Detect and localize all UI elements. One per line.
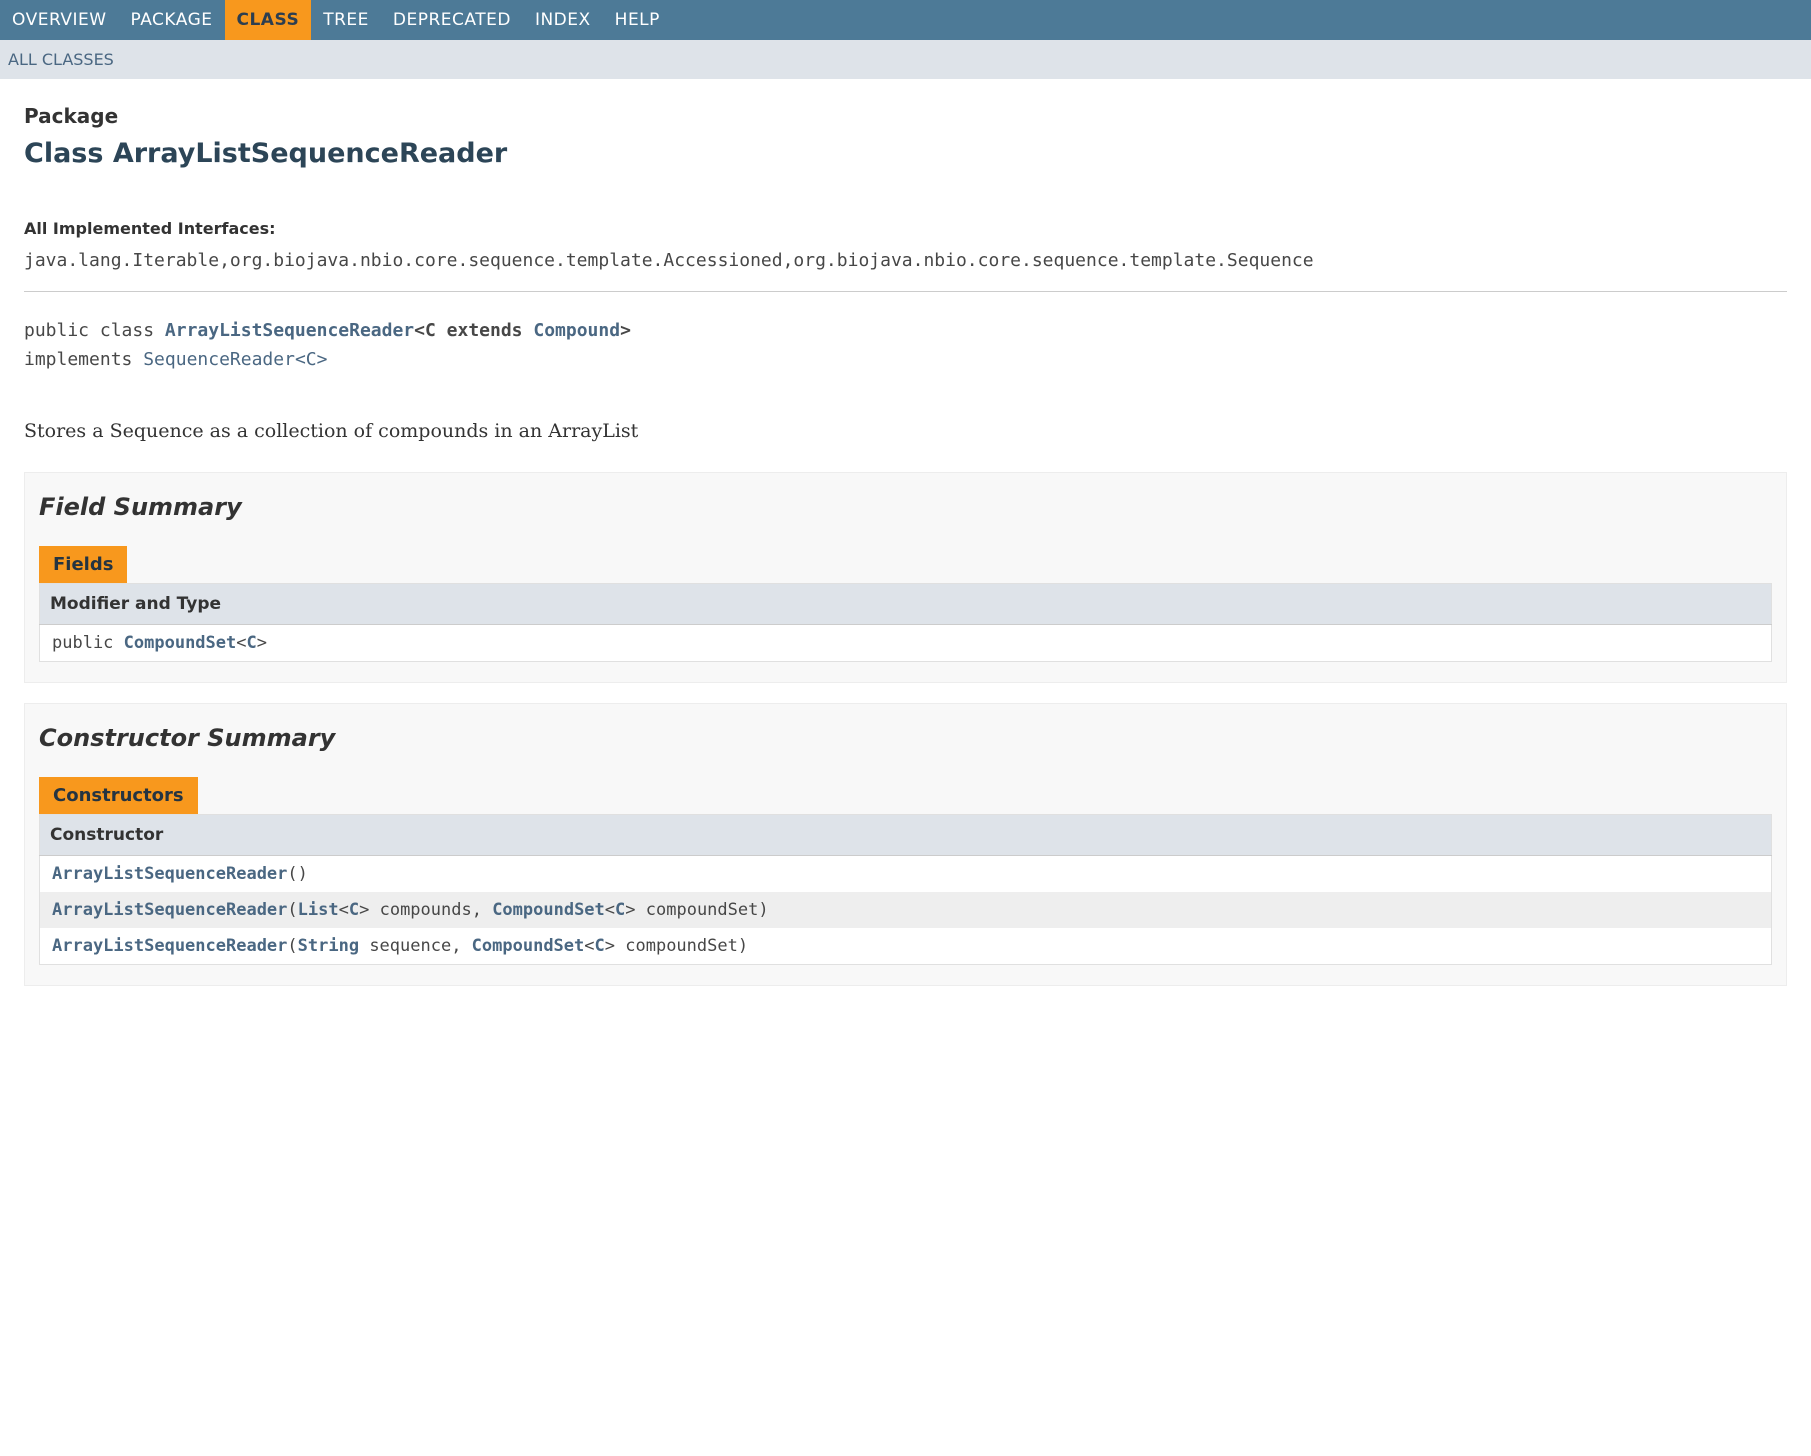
constructor-cell: ArrayListSequenceReader() bbox=[40, 855, 1772, 892]
nav-list: OVERVIEW PACKAGE CLASS TREE DEPRECATED I… bbox=[0, 0, 1811, 40]
class-description: Stores a Sequence as a collection of com… bbox=[24, 420, 1787, 442]
param-generic[interactable]: C bbox=[615, 900, 625, 920]
constructors-table: Constructor ArrayListSequenceReader() Ar… bbox=[39, 814, 1772, 965]
nav-item-overview[interactable]: OVERVIEW bbox=[0, 0, 119, 40]
constructor-summary-title: Constructor Summary bbox=[39, 724, 1772, 752]
nav-item-index[interactable]: INDEX bbox=[523, 0, 603, 40]
interfaces-list: java.lang.Iterable,org.biojava.nbio.core… bbox=[24, 250, 1787, 271]
param-generic[interactable]: C bbox=[349, 900, 359, 920]
param-name: compoundSet) bbox=[636, 900, 769, 920]
nav-link[interactable]: INDEX bbox=[535, 10, 591, 30]
param-type[interactable]: CompoundSet bbox=[492, 900, 605, 920]
constructor-name[interactable]: ArrayListSequenceReader bbox=[52, 864, 287, 884]
paren-open: ( bbox=[287, 936, 297, 956]
constructors-caption: Constructors bbox=[39, 777, 198, 814]
signature-generic-close: > bbox=[620, 320, 631, 341]
nav-link[interactable]: TREE bbox=[323, 10, 369, 30]
signature-implements-generic: <C> bbox=[295, 349, 328, 370]
signature-generic-open: <C extends bbox=[414, 320, 533, 341]
signature-compound[interactable]: Compound bbox=[533, 320, 620, 341]
top-nav: OVERVIEW PACKAGE CLASS TREE DEPRECATED I… bbox=[0, 0, 1811, 40]
param-type[interactable]: CompoundSet bbox=[472, 936, 585, 956]
class-signature: public class ArrayListSequenceReader<C e… bbox=[24, 317, 1787, 375]
nav-item-tree[interactable]: TREE bbox=[311, 0, 381, 40]
table-row: public CompoundSet<C> bbox=[40, 624, 1772, 661]
sub-nav: ALL CLASSES bbox=[0, 40, 1811, 79]
class-title: Class ArrayListSequenceReader bbox=[24, 138, 1787, 169]
constructor-summary-section: Constructor Summary Constructors Constru… bbox=[24, 703, 1787, 986]
param-type[interactable]: List bbox=[298, 900, 339, 920]
field-modifier: public bbox=[52, 633, 124, 653]
table-row: ArrayListSequenceReader(String sequence,… bbox=[40, 928, 1772, 965]
fields-header: Modifier and Type bbox=[40, 583, 1772, 624]
nav-item-deprecated[interactable]: DEPRECATED bbox=[381, 0, 523, 40]
field-summary-table-wrap: Fields Modifier and Type public Compound… bbox=[39, 546, 1772, 662]
divider bbox=[24, 291, 1787, 292]
field-summary-title: Field Summary bbox=[39, 493, 1772, 521]
table-row: ArrayListSequenceReader(List<C> compound… bbox=[40, 892, 1772, 928]
main-content: Package Class ArrayListSequenceReader Al… bbox=[0, 79, 1811, 1031]
constructor-params: () bbox=[287, 864, 307, 884]
package-label: Package bbox=[24, 104, 1787, 128]
field-generic[interactable]: C bbox=[247, 633, 257, 653]
constructor-cell: ArrayListSequenceReader(String sequence,… bbox=[40, 928, 1772, 965]
nav-item-package[interactable]: PACKAGE bbox=[119, 0, 225, 40]
constructor-summary-table-wrap: Constructors Constructor ArrayListSequen… bbox=[39, 777, 1772, 965]
nav-link[interactable]: CLASS bbox=[237, 10, 300, 30]
signature-implements-type[interactable]: SequenceReader bbox=[143, 349, 295, 370]
constructors-header: Constructor bbox=[40, 814, 1772, 855]
field-cell: public CompoundSet<C> bbox=[40, 624, 1772, 661]
param-name: compoundSet) bbox=[615, 936, 748, 956]
nav-link[interactable]: PACKAGE bbox=[131, 10, 213, 30]
table-row: ArrayListSequenceReader() bbox=[40, 855, 1772, 892]
nav-link[interactable]: DEPRECATED bbox=[393, 10, 511, 30]
signature-implements: implements bbox=[24, 349, 143, 370]
fields-caption: Fields bbox=[39, 546, 127, 583]
constructor-cell: ArrayListSequenceReader(List<C> compound… bbox=[40, 892, 1772, 928]
field-angle-close: > bbox=[257, 633, 267, 653]
signature-modifier: public class bbox=[24, 320, 165, 341]
nav-item-class[interactable]: CLASS bbox=[225, 0, 312, 40]
param-name: sequence, bbox=[359, 936, 472, 956]
fields-table: Modifier and Type public CompoundSet<C> bbox=[39, 583, 1772, 662]
signature-class-name: ArrayListSequenceReader bbox=[165, 320, 414, 341]
paren-open: ( bbox=[287, 900, 297, 920]
all-classes-link[interactable]: ALL CLASSES bbox=[8, 50, 114, 69]
interfaces-heading: All Implemented Interfaces: bbox=[24, 219, 1787, 238]
param-name: compounds, bbox=[369, 900, 492, 920]
field-type[interactable]: CompoundSet bbox=[124, 633, 237, 653]
nav-item-help[interactable]: HELP bbox=[603, 0, 672, 40]
param-type[interactable]: String bbox=[298, 936, 359, 956]
field-summary-section: Field Summary Fields Modifier and Type p… bbox=[24, 472, 1787, 683]
nav-link[interactable]: OVERVIEW bbox=[12, 10, 107, 30]
param-generic[interactable]: C bbox=[595, 936, 605, 956]
field-angle-open: < bbox=[236, 633, 246, 653]
nav-link[interactable]: HELP bbox=[615, 10, 660, 30]
constructor-name[interactable]: ArrayListSequenceReader bbox=[52, 936, 287, 956]
constructor-name[interactable]: ArrayListSequenceReader bbox=[52, 900, 287, 920]
